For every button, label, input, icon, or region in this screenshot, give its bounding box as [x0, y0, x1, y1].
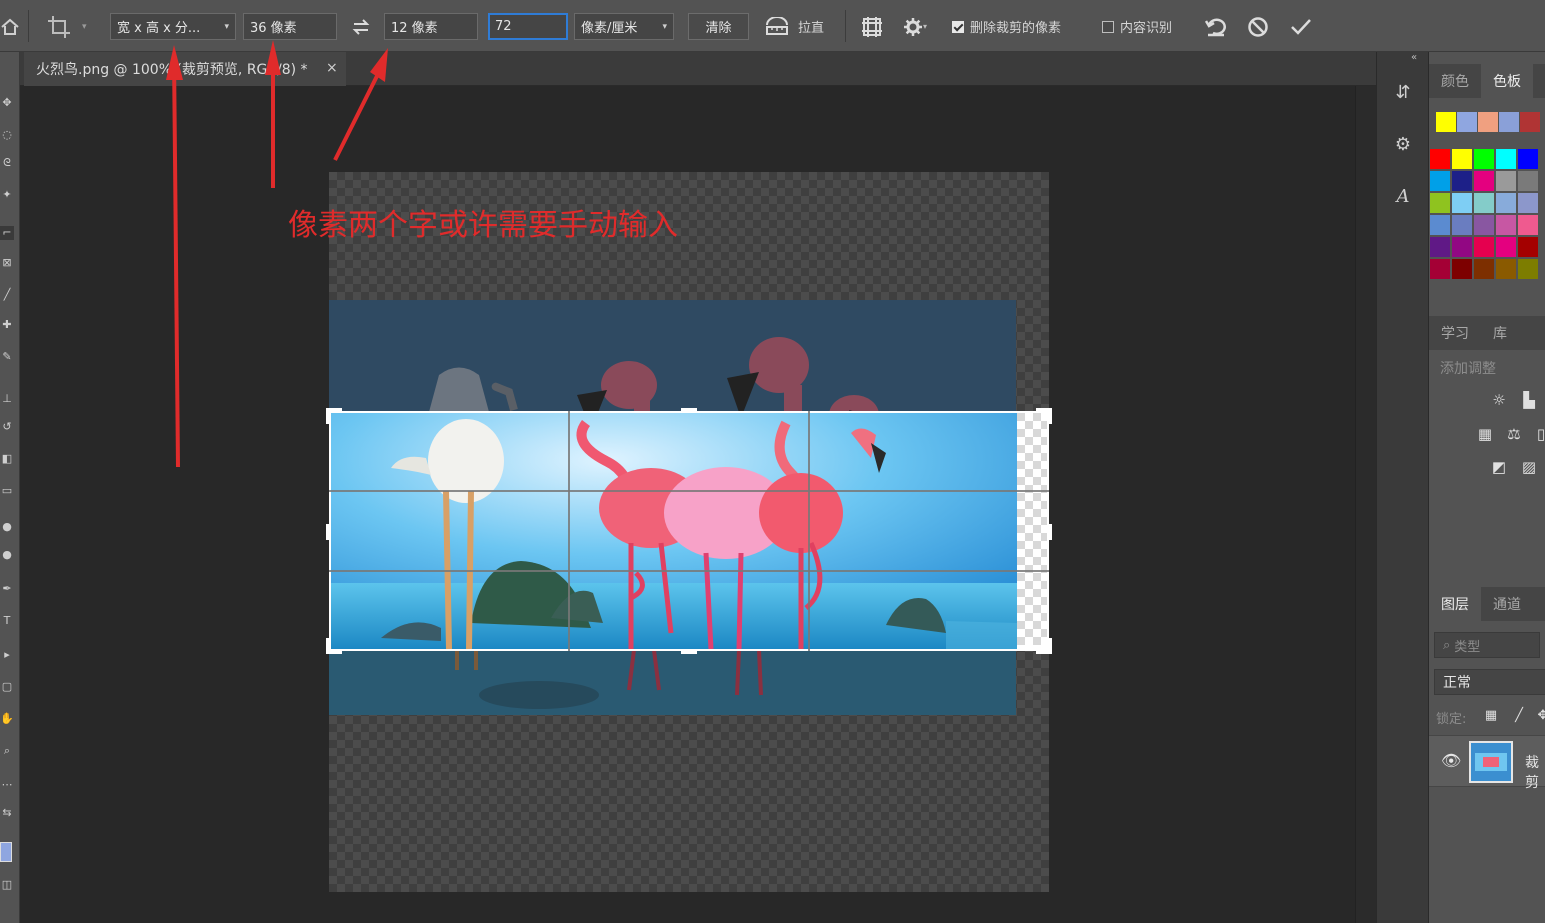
color-swatch[interactable] [1496, 193, 1516, 213]
layer-thumbnail [1469, 741, 1513, 783]
recent-swatch[interactable] [1520, 112, 1540, 132]
panel-dock-strip: « ⇵ ⚙ A [1376, 52, 1428, 923]
color-swatch[interactable] [1474, 259, 1494, 279]
color-swatch[interactable] [1518, 215, 1538, 235]
layer-name: 裁剪 [1525, 755, 1539, 791]
color-swatch[interactable] [1452, 237, 1472, 257]
layers-panel-tabs: 图层 通道 [1429, 587, 1545, 621]
photo-filter-adjustment-icon[interactable]: ▯ [1531, 424, 1545, 444]
color-swatch[interactable] [1474, 237, 1494, 257]
color-swatch[interactable] [1452, 215, 1472, 235]
color-swatch[interactable] [1474, 171, 1494, 191]
color-swatch[interactable] [1496, 237, 1516, 257]
properties-panel-icon[interactable]: ⚙ [1392, 134, 1414, 156]
layer-row[interactable]: 👁 裁剪 [1429, 735, 1545, 791]
color-swatch[interactable] [1430, 171, 1450, 191]
lock-paint-icon[interactable]: ╱ [1509, 706, 1529, 726]
color-swatch[interactable] [1518, 171, 1538, 191]
recent-swatch[interactable] [1499, 112, 1519, 132]
tab-layers[interactable]: 图层 [1429, 587, 1481, 621]
tab-swatches[interactable]: 色板 [1481, 64, 1533, 98]
color-swatch[interactable] [1518, 259, 1538, 279]
levels-adjustment-icon[interactable]: ▙ [1519, 390, 1539, 410]
color-panel-tabs: 颜色 色板 [1429, 64, 1545, 98]
invert-adjustment-icon[interactable]: ◩ [1489, 457, 1509, 477]
color-swatch[interactable] [1430, 193, 1450, 213]
tab-channels[interactable]: 通道 [1481, 587, 1533, 621]
tab-color[interactable]: 颜色 [1429, 64, 1481, 98]
glyphs-panel-icon[interactable]: A [1392, 186, 1414, 208]
color-swatch[interactable] [1430, 149, 1450, 169]
color-swatch[interactable] [1518, 149, 1538, 169]
adjustments-title: 添加调整 [1440, 361, 1496, 377]
tab-libraries[interactable]: 库 [1481, 316, 1519, 350]
right-panels: 颜色 色板 学习 库 添加调整 ☼ ▙ ▦ ⚖ ▯ ◩ ▨ 图层 通道 ⌕ 类型… [1428, 52, 1545, 923]
color-swatch[interactable] [1430, 259, 1450, 279]
learn-panel-tabs: 学习 库 [1429, 316, 1545, 350]
recent-swatch[interactable] [1478, 112, 1498, 132]
search-icon: ⌕ [1443, 637, 1451, 653]
color-balance-adjustment-icon[interactable]: ⚖ [1504, 424, 1524, 444]
curves-adjustment-icon[interactable]: ▦ [1475, 424, 1495, 444]
history-panel-icon[interactable]: ⇵ [1392, 82, 1414, 104]
color-swatch[interactable] [1452, 149, 1472, 169]
blend-mode-value: 正常 [1443, 675, 1471, 691]
color-swatch[interactable] [1474, 149, 1494, 169]
tab-learn[interactable]: 学习 [1429, 316, 1481, 350]
annotation-arrows [166, 40, 388, 468]
recent-swatch[interactable] [1457, 112, 1477, 132]
color-swatch[interactable] [1452, 259, 1472, 279]
color-swatch[interactable] [1518, 193, 1538, 213]
color-swatch[interactable] [1496, 171, 1516, 191]
color-swatch[interactable] [1474, 193, 1494, 213]
lock-transparency-icon[interactable]: ▦ [1481, 706, 1501, 726]
color-swatch[interactable] [1430, 215, 1450, 235]
collapse-panels-icon[interactable]: « [1411, 52, 1417, 63]
color-swatch[interactable] [1496, 149, 1516, 169]
color-swatch[interactable] [1518, 237, 1538, 257]
recent-swatch[interactable] [1436, 112, 1456, 132]
color-swatch[interactable] [1430, 237, 1450, 257]
color-swatch[interactable] [1452, 193, 1472, 213]
blend-mode-select[interactable]: 正常 [1434, 669, 1545, 695]
color-swatch[interactable] [1496, 259, 1516, 279]
layer-filter-input[interactable]: ⌕ 类型 [1434, 632, 1540, 658]
color-swatch[interactable] [1452, 171, 1472, 191]
layer-filter-placeholder: 类型 [1454, 639, 1481, 655]
lock-position-icon[interactable]: ✥ [1533, 706, 1545, 726]
color-swatch[interactable] [1474, 215, 1494, 235]
color-swatch[interactable] [1496, 215, 1516, 235]
eye-icon[interactable]: 👁 [1441, 751, 1461, 770]
annotation-text: 像素两个字或许需要手动输入 [288, 208, 678, 243]
gradient-map-adjustment-icon[interactable]: ▨ [1519, 457, 1539, 477]
lock-label: 锁定: [1436, 712, 1467, 727]
brightness-adjustment-icon[interactable]: ☼ [1489, 390, 1509, 410]
